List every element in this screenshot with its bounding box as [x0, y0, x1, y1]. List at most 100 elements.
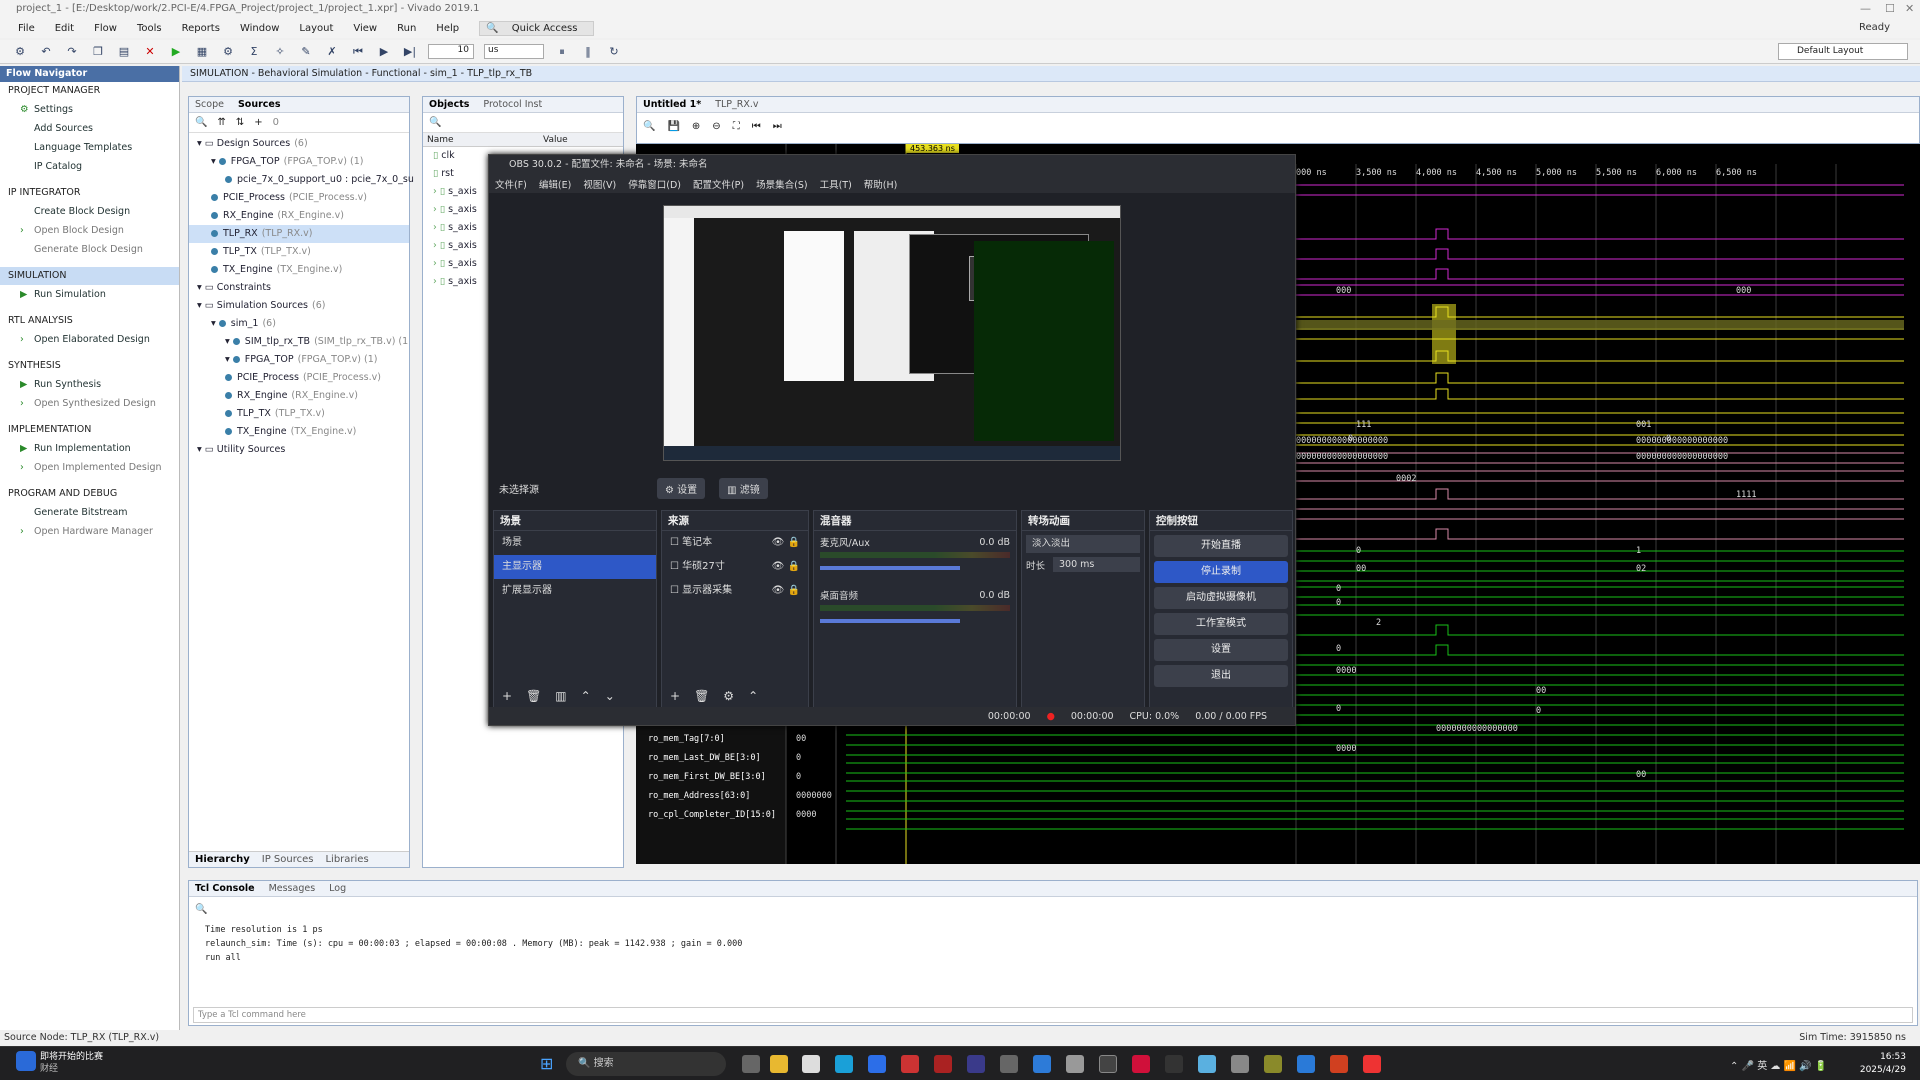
taskbar-search[interactable]: 🔍 搜索	[566, 1052, 726, 1076]
zoom-fit-icon[interactable]: ⛶	[733, 121, 740, 132]
flow-section[interactable]: SIMULATION	[0, 267, 179, 285]
obs-menu-item[interactable]: 编辑(E)	[539, 177, 571, 191]
start-icon[interactable]: ⊞	[540, 1054, 553, 1073]
objects-search-icon[interactable]: 🔍	[423, 113, 623, 133]
tree-node[interactable]: TX_Engine (TX_Engine.v)	[189, 423, 409, 441]
flow-section[interactable]: PROJECT MANAGER	[0, 82, 179, 100]
tree-node[interactable]: PCIE_Process (PCIE_Process.v)	[189, 189, 409, 207]
taskview-icon[interactable]	[742, 1055, 760, 1073]
delete-icon[interactable]: ✕	[142, 44, 158, 60]
source-up-icon[interactable]: ⌃	[748, 689, 758, 703]
dict-icon[interactable]	[1132, 1055, 1150, 1073]
zoom-in-icon[interactable]: ⊕	[692, 121, 700, 132]
tree-node[interactable]: TLP_RX (TLP_RX.v)	[189, 225, 409, 243]
tree-node[interactable]: TX_Engine (TX_Engine.v)	[189, 261, 409, 279]
program-icon[interactable]: ▦	[194, 44, 210, 60]
app7-icon[interactable]	[1066, 1055, 1084, 1073]
step-icon[interactable]: ▶|	[402, 44, 418, 60]
clock-date[interactable]: 2025/4/29	[1860, 1064, 1906, 1077]
app11-icon[interactable]	[1363, 1055, 1381, 1073]
tab-messages[interactable]: Messages	[269, 883, 316, 894]
wave-search-icon[interactable]: 🔍	[643, 121, 655, 132]
signal-name[interactable]: ro_mem_Last_DW_BE[3:0]	[648, 753, 761, 763]
source-settings-icon[interactable]: ⚙	[723, 689, 734, 703]
layout-select[interactable]: Default Layout	[1778, 43, 1908, 60]
menu-flow[interactable]: Flow	[94, 23, 117, 34]
duration-input[interactable]: 300 ms	[1053, 557, 1140, 572]
flow-item[interactable]: Generate Block Design	[0, 240, 179, 259]
tab-objects[interactable]: Objects	[429, 99, 469, 110]
signal-name[interactable]: ro_cpl_Completer_ID[15:0]	[648, 810, 776, 820]
add-source-icon[interactable]: +	[670, 689, 680, 703]
tab-scope[interactable]: Scope	[195, 99, 224, 110]
virtual-camera-button[interactable]: 启动虚拟摄像机	[1154, 587, 1288, 609]
tab-tlp-rx[interactable]: TLP_RX.v	[715, 99, 758, 110]
clock-time[interactable]: 16:53	[1860, 1051, 1906, 1064]
flow-section[interactable]: IP INTEGRATOR	[0, 184, 179, 202]
tree-node[interactable]: PCIE_Process (PCIE_Process.v)	[189, 369, 409, 387]
move-up-icon[interactable]: ⌃	[581, 689, 591, 703]
chevron-icon[interactable]: ▾	[197, 300, 205, 311]
obs-menu-item[interactable]: 停靠窗口(D)	[628, 177, 681, 191]
app2-icon[interactable]	[901, 1055, 919, 1073]
menu-run[interactable]: Run	[397, 23, 416, 34]
flow-item[interactable]: › Open Block Design	[0, 221, 179, 240]
app3-icon[interactable]	[934, 1055, 952, 1073]
tree-node[interactable]: ▾ ▭ Design Sources (6)	[189, 135, 409, 153]
mic-volume-slider[interactable]	[820, 566, 960, 570]
refresh-icon[interactable]: ↻	[606, 44, 622, 60]
vivado-icon[interactable]	[1264, 1055, 1282, 1073]
settings-icon[interactable]: ⚙	[12, 44, 28, 60]
obs-menu-item[interactable]: 视图(V)	[583, 177, 616, 191]
edge-icon[interactable]	[835, 1055, 853, 1073]
remove-scene-icon[interactable]: 🗑	[526, 689, 541, 703]
flow-item[interactable]: › Open Implemented Design	[0, 458, 179, 477]
obs-menu-item[interactable]: 帮助(H)	[864, 177, 898, 191]
go-end-icon[interactable]: ⏭	[773, 121, 782, 132]
tree-node[interactable]: ▾ ▭ Utility Sources	[189, 441, 409, 459]
menu-file[interactable]: File	[18, 23, 35, 34]
flow-item[interactable]: ▶ Run Implementation	[0, 439, 179, 458]
time-unit-select[interactable]: us	[484, 44, 544, 59]
tab-protocol-inst[interactable]: Protocol Inst	[483, 99, 542, 110]
scene-item[interactable]: 主显示器	[494, 555, 656, 579]
flow-item[interactable]: › Open Hardware Manager	[0, 522, 179, 541]
tree-node[interactable]: pcie_7x_0_support_u0 : pcie_7x_0_su	[189, 171, 414, 189]
chevron-icon[interactable]: ▾	[225, 336, 233, 347]
quick-access-input[interactable]: 🔍 Quick Access	[479, 20, 595, 36]
paste-icon[interactable]: ▤	[116, 44, 132, 60]
tab-sources[interactable]: Sources	[238, 99, 281, 110]
explorer-icon[interactable]	[770, 1055, 788, 1073]
scene-item[interactable]: 扩展显示器	[494, 579, 656, 603]
flow-item[interactable]: ▶ Run Synthesis	[0, 375, 179, 394]
flow-section[interactable]: SYNTHESIS	[0, 357, 179, 375]
run-icon[interactable]: ▶	[168, 44, 184, 60]
tree-node[interactable]: ▾ FPGA_TOP (FPGA_TOP.v) (1)	[189, 351, 409, 369]
app6-icon[interactable]	[1033, 1055, 1051, 1073]
menu-edit[interactable]: Edit	[55, 23, 74, 34]
add-icon[interactable]: +	[254, 117, 262, 128]
obs-filter-button[interactable]: ▥ 滤镜	[719, 477, 768, 499]
tcl-command-input[interactable]: Type a Tcl command here	[193, 1007, 1913, 1023]
app8-icon[interactable]	[1165, 1055, 1183, 1073]
app4-icon[interactable]	[967, 1055, 985, 1073]
flow-item[interactable]: Add Sources	[0, 119, 179, 138]
go-start-icon[interactable]: ⏮	[752, 121, 761, 132]
menu-tools[interactable]: Tools	[137, 23, 162, 34]
tree-node[interactable]: ▾ FPGA_TOP (FPGA_TOP.v) (1)	[189, 153, 409, 171]
play-icon[interactable]: ▶	[376, 44, 392, 60]
settings-gear-icon[interactable]: ⚙	[220, 44, 236, 60]
sum-icon[interactable]: Σ	[246, 44, 262, 60]
search-icon[interactable]: 🔍	[195, 117, 207, 128]
app9-icon[interactable]	[1198, 1055, 1216, 1073]
tab-hierarchy[interactable]: Hierarchy	[195, 854, 250, 865]
signal-name[interactable]: ro_mem_First_DW_BE[3:0]	[648, 772, 766, 782]
app-icon[interactable]	[868, 1055, 886, 1073]
obs-icon[interactable]	[1099, 1055, 1117, 1073]
exit-button[interactable]: 退出	[1154, 665, 1288, 687]
add-scene-icon[interactable]: +	[502, 689, 512, 703]
chevron-icon[interactable]: ▾	[197, 444, 205, 455]
menu-view[interactable]: View	[353, 23, 377, 34]
chevron-icon[interactable]: ▾	[211, 156, 219, 167]
source-item[interactable]: ☐ 显示器采集 👁 🔒	[662, 579, 808, 603]
